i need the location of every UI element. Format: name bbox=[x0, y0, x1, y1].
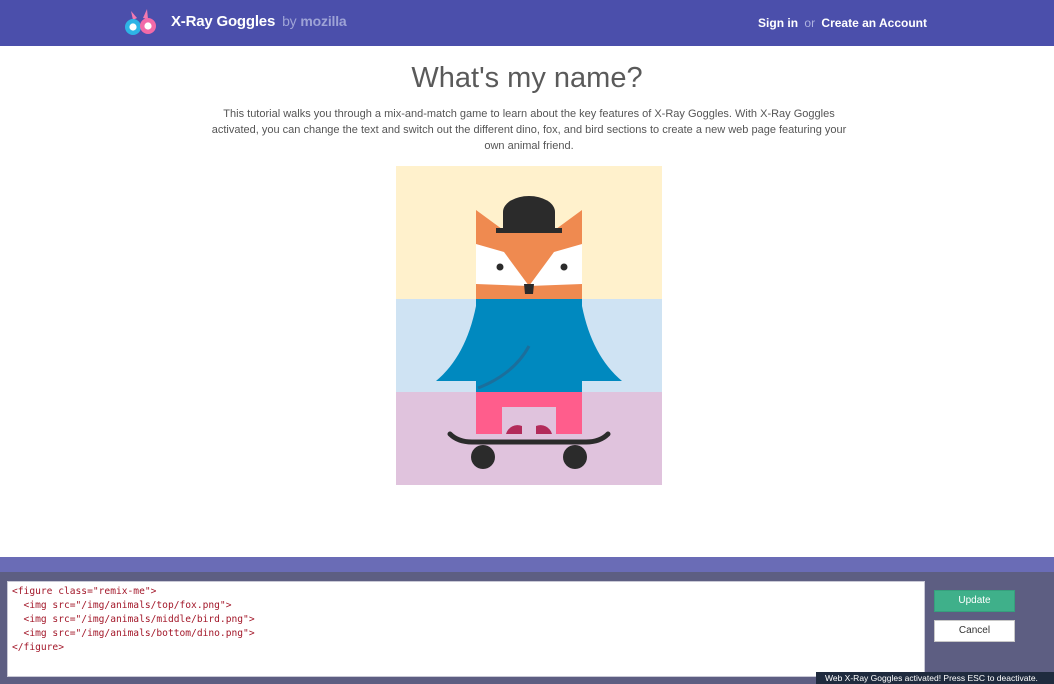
cancel-button[interactable]: Cancel bbox=[934, 620, 1015, 642]
create-account-link[interactable]: Create an Account bbox=[821, 16, 927, 30]
top-navigation-bar: X-Ray Goggles by mozilla Sign in or Crea… bbox=[0, 0, 1054, 46]
page-title: What's my name? bbox=[411, 62, 643, 94]
dino-bottom-image[interactable] bbox=[396, 392, 662, 485]
update-button[interactable]: Update bbox=[934, 590, 1015, 612]
sign-in-link[interactable]: Sign in bbox=[758, 16, 798, 30]
brand-by: by bbox=[282, 13, 297, 29]
editor-top-band bbox=[0, 557, 1054, 572]
html-source-editor[interactable]: <figure class="remix-me"> <img src="/img… bbox=[7, 581, 925, 677]
remix-figure bbox=[396, 166, 662, 485]
brand-title[interactable]: X-Ray Goggles by mozilla bbox=[171, 13, 347, 30]
brand-name: X-Ray Goggles bbox=[171, 13, 276, 30]
fox-top-image[interactable] bbox=[396, 166, 662, 299]
page-description: This tutorial walks you through a mix-an… bbox=[211, 108, 847, 152]
bird-middle-image[interactable] bbox=[396, 299, 662, 392]
activation-status-bar: Web X-Ray Goggles activated! Press ESC t… bbox=[816, 672, 1054, 684]
brand-org: mozilla bbox=[300, 13, 347, 29]
goggles-logo-icon[interactable] bbox=[123, 7, 159, 37]
auth-links: Sign in or Create an Account bbox=[758, 16, 927, 30]
auth-separator: or bbox=[804, 16, 816, 30]
